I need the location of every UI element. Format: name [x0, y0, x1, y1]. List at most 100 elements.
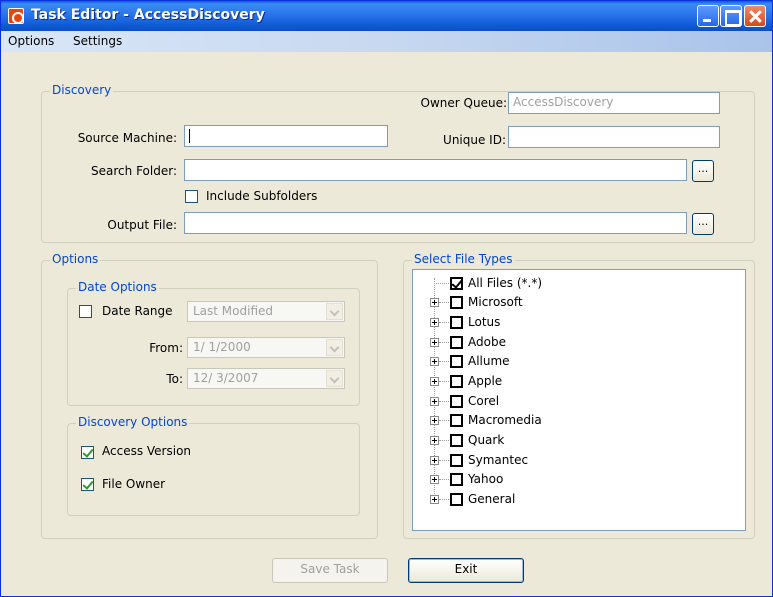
tree-connector: [439, 342, 449, 343]
tree-item-label: Symantec: [468, 453, 529, 467]
tree-item-label: Allume: [468, 354, 510, 368]
to-label: To:: [166, 372, 183, 386]
tree-connector: [439, 401, 449, 402]
lotus-checkbox[interactable]: [450, 316, 463, 329]
window-title: Task Editor - AccessDiscovery: [31, 7, 265, 23]
chevron-down-icon: [326, 303, 343, 320]
include-subfolders-checkbox[interactable]: [185, 190, 198, 203]
expand-icon[interactable]: [430, 357, 439, 366]
tree-item-all-files[interactable]: All Files (*.*): [413, 274, 733, 294]
tree-item-label: Corel: [468, 394, 500, 408]
tree-item-microsoft[interactable]: Microsoft: [413, 293, 733, 313]
tree-item-label: Apple: [468, 374, 503, 388]
file-types-group-title: Select File Types: [412, 252, 515, 266]
title-bar[interactable]: Task Editor - AccessDiscovery: [1, 1, 772, 31]
maximize-button[interactable]: [720, 5, 742, 27]
to-date-picker: 12/ 3/2007: [187, 368, 345, 389]
discovery-options-group-title: Discovery Options: [76, 415, 190, 429]
access-version-checkbox[interactable]: [81, 446, 94, 459]
from-date-picker: 1/ 1/2000: [187, 337, 345, 358]
owner-queue-field: AccessDiscovery: [508, 92, 720, 114]
tree-item-quark[interactable]: Quark: [413, 431, 733, 451]
apple-checkbox[interactable]: [450, 375, 463, 388]
microsoft-checkbox[interactable]: [450, 296, 463, 309]
tree-item-label: All Files (*.*): [468, 276, 543, 290]
tree-item-symantec[interactable]: Symantec: [413, 451, 733, 471]
text-caret: [189, 129, 190, 143]
from-label: From:: [149, 341, 183, 355]
tree-connector: [439, 460, 449, 461]
allume-checkbox[interactable]: [450, 355, 463, 368]
tree-item-allume[interactable]: Allume: [413, 352, 733, 372]
general-checkbox[interactable]: [450, 493, 463, 506]
date-range-checkbox[interactable]: [79, 305, 92, 318]
search-folder-label: Search Folder:: [91, 164, 177, 178]
include-subfolders-label: Include Subfolders: [206, 189, 318, 203]
close-button[interactable]: [744, 5, 766, 27]
quark-checkbox[interactable]: [450, 434, 463, 447]
expand-icon[interactable]: [430, 456, 439, 465]
search-folder-browse-button[interactable]: ...: [692, 160, 714, 182]
tree-item-label: Quark: [468, 433, 505, 447]
access-version-label: Access Version: [102, 444, 192, 458]
discovery-options-group: Discovery Options: [67, 415, 360, 516]
tree-item-general[interactable]: General: [413, 490, 733, 510]
tree-connector: [439, 499, 449, 500]
adobe-checkbox[interactable]: [450, 336, 463, 349]
output-file-label: Output File:: [107, 218, 177, 232]
source-machine-label: Source Machine:: [77, 131, 177, 145]
menu-options[interactable]: Options: [8, 34, 54, 48]
chevron-down-icon: [326, 370, 343, 387]
file-types-tree[interactable]: All Files (*.*) Microsoft Lotus Adobe Al…: [412, 269, 746, 531]
tree-item-label: Yahoo: [468, 472, 504, 486]
exit-button[interactable]: Exit: [408, 558, 524, 583]
unique-id-input[interactable]: [508, 126, 720, 148]
menu-settings[interactable]: Settings: [73, 34, 122, 48]
tree-connector: [439, 361, 449, 362]
tree-item-label: Lotus: [468, 315, 501, 329]
expand-icon[interactable]: [430, 318, 439, 327]
output-file-input[interactable]: [184, 212, 687, 234]
owner-queue-label: Owner Queue:: [420, 96, 507, 110]
options-group-title: Options: [50, 252, 101, 266]
file-owner-checkbox[interactable]: [81, 478, 94, 491]
file-owner-label: File Owner: [102, 477, 166, 491]
expand-icon[interactable]: [430, 436, 439, 445]
date-range-label: Date Range: [102, 304, 173, 318]
tree-item-lotus[interactable]: Lotus: [413, 313, 733, 333]
tree-connector: [439, 440, 449, 441]
source-machine-input[interactable]: [184, 125, 388, 147]
tree-item-macromedia[interactable]: Macromedia: [413, 411, 733, 431]
symantec-checkbox[interactable]: [450, 454, 463, 467]
expand-icon[interactable]: [430, 397, 439, 406]
yahoo-checkbox[interactable]: [450, 473, 463, 486]
tree-connector: [439, 302, 449, 303]
expand-icon[interactable]: [430, 495, 439, 504]
menu-bar: Options Settings: [1, 31, 772, 52]
output-file-browse-button[interactable]: ...: [692, 213, 714, 235]
expand-icon[interactable]: [430, 416, 439, 425]
macromedia-checkbox[interactable]: [450, 414, 463, 427]
chevron-down-icon: [326, 339, 343, 356]
tree-connector: [434, 283, 449, 284]
expand-icon[interactable]: [430, 377, 439, 386]
tree-item-label: Microsoft: [468, 295, 523, 309]
tree-item-label: General: [468, 492, 516, 506]
tree-item-yahoo[interactable]: Yahoo: [413, 470, 733, 490]
tree-item-corel[interactable]: Corel: [413, 392, 733, 412]
tree-connector: [439, 381, 449, 382]
minimize-button[interactable]: [697, 5, 719, 27]
expand-icon[interactable]: [430, 475, 439, 484]
search-folder-input[interactable]: [184, 159, 687, 181]
tree-item-apple[interactable]: Apple: [413, 372, 733, 392]
unique-id-label: Unique ID:: [443, 133, 506, 147]
expand-icon[interactable]: [430, 338, 439, 347]
expand-icon[interactable]: [430, 298, 439, 307]
date-options-group-title: Date Options: [76, 280, 159, 294]
all-files-checkbox[interactable]: [450, 277, 463, 290]
task-editor-window: Task Editor - AccessDiscovery Options Se…: [0, 0, 773, 597]
corel-checkbox[interactable]: [450, 395, 463, 408]
tree-item-adobe[interactable]: Adobe: [413, 333, 733, 353]
save-task-button: Save Task: [272, 558, 388, 583]
discovery-group-title: Discovery: [50, 83, 114, 97]
